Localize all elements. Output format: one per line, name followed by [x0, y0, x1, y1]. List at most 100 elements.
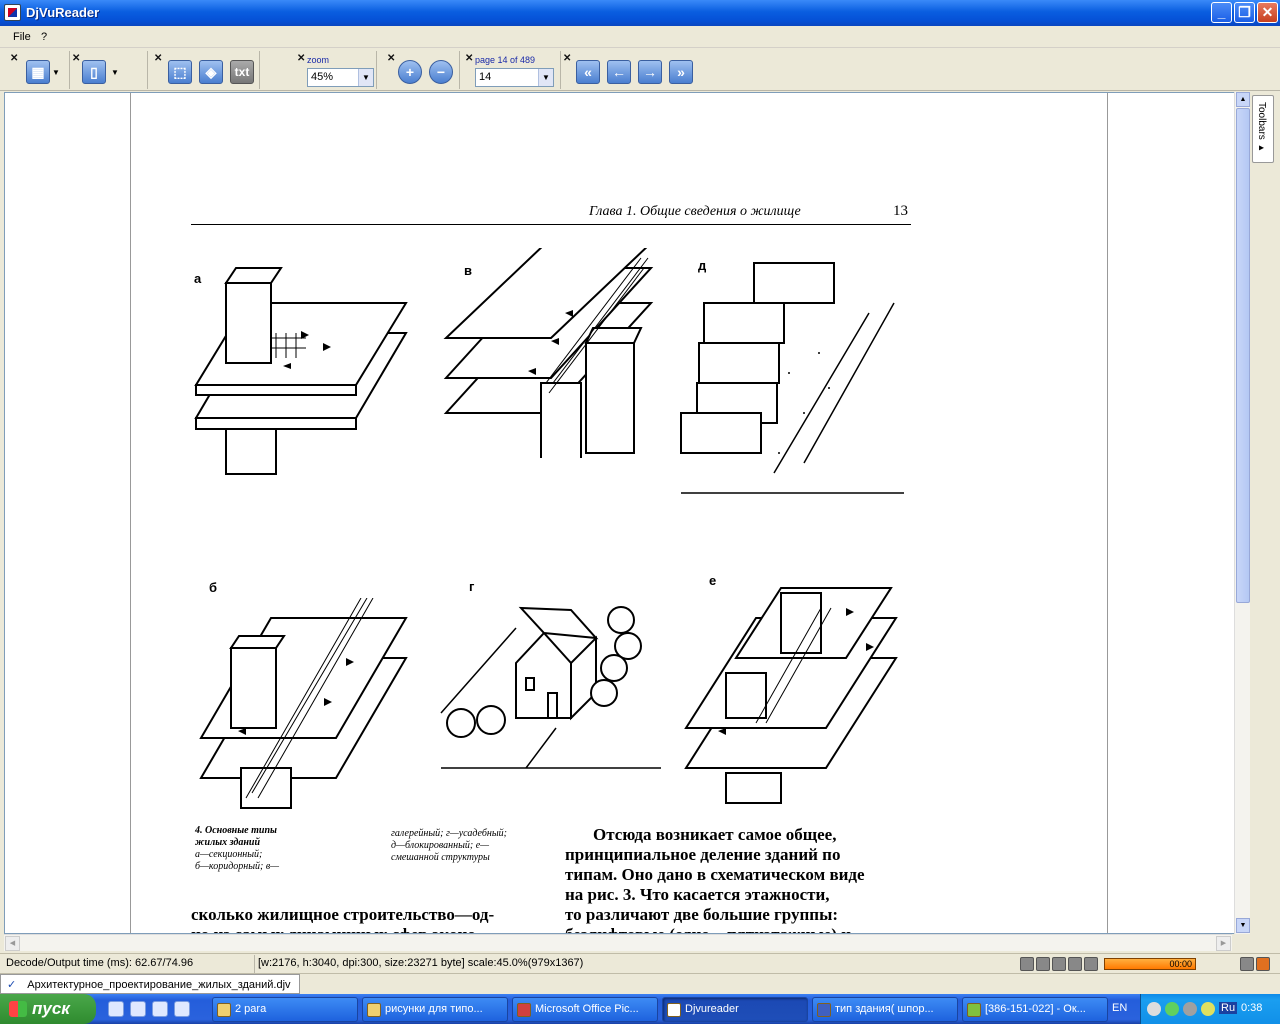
- page-number: 13: [893, 203, 908, 219]
- player-close-icon[interactable]: [1256, 957, 1270, 971]
- clock: 0:38: [1241, 1002, 1263, 1014]
- pause-icon[interactable]: [1036, 957, 1050, 971]
- windows-taskbar: пуск 2 para рисунки для типо... Microsof…: [0, 994, 1280, 1024]
- select-image-button[interactable]: ◈: [199, 60, 223, 84]
- zoom-combo[interactable]: 45% ▼: [307, 68, 374, 87]
- select-text-button[interactable]: txt: [230, 60, 254, 84]
- close-toolbar-icon[interactable]: ✕: [10, 53, 18, 64]
- scroll-down-icon[interactable]: ▼: [1236, 918, 1250, 933]
- body-text-right: Отсюда возникает самое общее, принципиал…: [565, 825, 865, 933]
- tray-app-icon[interactable]: [1201, 1002, 1215, 1016]
- zoom-label: zoom: [307, 55, 330, 65]
- start-label: пуск: [32, 999, 70, 1018]
- toolbar-group-select: ✕ ⬚ ◈ txt: [152, 51, 260, 89]
- horizontal-scrollbar[interactable]: ◀ ▶: [4, 934, 1232, 951]
- figure-caption-left: 4. Основные типы жилых зданий а—секционн…: [195, 825, 280, 872]
- windows-flag-icon: [9, 1001, 27, 1017]
- next-page-button[interactable]: →: [638, 60, 662, 84]
- toolbar-group-navigation: ✕ « ← → »: [561, 51, 699, 89]
- chevron-down-icon[interactable]: ▼: [358, 69, 373, 86]
- title-bar[interactable]: DjVuReader _ ❐ ✕: [0, 0, 1280, 26]
- page-combo[interactable]: 14 ▼: [475, 68, 554, 87]
- close-toolbar-icon[interactable]: ✕: [154, 53, 162, 64]
- zoom-value: 45%: [311, 71, 334, 83]
- scroll-up-icon[interactable]: ▲: [1236, 92, 1250, 107]
- document-tab-bar: ✓ Архитектурное_проектирование_жилых_зда…: [0, 973, 1280, 994]
- task-office-picture[interactable]: Microsoft Office Pic...: [512, 997, 658, 1022]
- figure-letter-g: г: [469, 579, 475, 594]
- body-text-left: сколько жилищное строительство—од- но из…: [191, 905, 495, 933]
- chevron-down-icon[interactable]: ▼: [538, 69, 553, 86]
- toolbar-group-zoom: ✕ zoom 45% ▼: [295, 51, 377, 89]
- toolbars-tab[interactable]: Toolbars ▸: [1252, 95, 1274, 163]
- task-2para[interactable]: 2 para: [212, 997, 358, 1022]
- close-toolbar-icon[interactable]: ✕: [387, 53, 395, 64]
- close-toolbar-icon[interactable]: ✕: [297, 53, 305, 64]
- toolbar-group-page-nav: ✕ page 14 of 489 14 ▼: [463, 51, 561, 89]
- figure-gallery-building: [443, 248, 654, 458]
- menu-help[interactable]: ?: [41, 31, 47, 43]
- toolbars-tab-label: Toolbars ▸: [1256, 102, 1267, 154]
- figure-caption-right: галерейный; г—усадебный; д—блокированный…: [391, 828, 507, 863]
- toolbar: ✕ ▦ ▼ ✕ ▯ ▼ ✕ ⬚ ◈ txt ✕ zoom 45% ▼ ✕ + −…: [0, 49, 1280, 91]
- folder-icon: [217, 1003, 231, 1017]
- zoom-out-button[interactable]: −: [429, 60, 453, 84]
- figure-detached-house: [440, 606, 661, 769]
- decode-time-status: Decode/Output time (ms): 62.67/74.96: [6, 957, 194, 969]
- tray-language[interactable]: Ru: [1219, 1002, 1238, 1014]
- forward-icon[interactable]: [1084, 957, 1098, 971]
- scroll-right-icon[interactable]: ▶: [1216, 936, 1231, 951]
- select-region-button[interactable]: ⬚: [168, 60, 192, 84]
- close-toolbar-icon[interactable]: ✕: [72, 53, 80, 64]
- stop-icon[interactable]: [1052, 957, 1066, 971]
- book-page: Глава 1. Общие сведения о жилище 13 а в …: [130, 93, 1108, 933]
- window-icon: [967, 1003, 981, 1017]
- vertical-scroll-thumb[interactable]: [1236, 108, 1250, 603]
- close-toolbar-icon[interactable]: ✕: [563, 53, 571, 64]
- minimize-button[interactable]: _: [1211, 2, 1232, 23]
- volume-icon[interactable]: [1240, 957, 1254, 971]
- quicklaunch-ie-icon[interactable]: [108, 1001, 124, 1017]
- toolbar-group-zoom-buttons: ✕ + −: [385, 51, 460, 89]
- task-word-document[interactable]: тип здания( шпор...: [812, 997, 958, 1022]
- close-button[interactable]: ✕: [1257, 2, 1278, 23]
- zoom-in-button[interactable]: +: [398, 60, 422, 84]
- toolbar-group-page: ✕ ▯ ▼: [70, 51, 148, 89]
- quicklaunch-messenger-icon[interactable]: [130, 1001, 146, 1017]
- figure-blocked-building: [680, 262, 904, 494]
- player-progress[interactable]: 00:00: [1104, 958, 1196, 970]
- language-indicator[interactable]: EN: [1112, 1002, 1127, 1014]
- rewind-icon[interactable]: [1068, 957, 1082, 971]
- page-layout-button[interactable]: ▦: [26, 60, 50, 84]
- close-toolbar-icon[interactable]: ✕: [465, 53, 473, 64]
- play-icon[interactable]: [1020, 957, 1034, 971]
- task-pictures-folder[interactable]: рисунки для типо...: [362, 997, 508, 1022]
- dropdown-arrow-icon[interactable]: ▼: [52, 68, 60, 77]
- scroll-left-icon[interactable]: ◀: [5, 936, 20, 951]
- vertical-scrollbar[interactable]: ▲ ▼: [1234, 92, 1250, 934]
- page-mode-button[interactable]: ▯: [82, 60, 106, 84]
- djvureader-app-icon[interactable]: [4, 4, 21, 21]
- last-page-button[interactable]: »: [669, 60, 693, 84]
- quicklaunch-media-icon[interactable]: [152, 1001, 168, 1017]
- page-value: 14: [479, 71, 492, 83]
- window-title: DjVuReader: [26, 5, 100, 20]
- document-viewport[interactable]: Глава 1. Общие сведения о жилище 13 а в …: [4, 92, 1250, 934]
- figure-sectional-building: [194, 267, 408, 475]
- maximize-button[interactable]: ❐: [1234, 2, 1255, 23]
- tray-check-icon[interactable]: [1165, 1002, 1179, 1016]
- tray-network-icon[interactable]: [1183, 1002, 1197, 1016]
- toolbar-group-view: ✕ ▦ ▼: [8, 51, 70, 89]
- audio-player: 00:00: [1018, 957, 1270, 972]
- document-tab[interactable]: ✓ Архитектурное_проектирование_жилых_зда…: [0, 974, 300, 994]
- menu-file[interactable]: File: [13, 31, 31, 43]
- task-other-window[interactable]: [386-151-022] - Ок...: [962, 997, 1108, 1022]
- start-button[interactable]: пуск: [0, 994, 96, 1024]
- task-djvureader[interactable]: Djvureader: [662, 997, 808, 1022]
- quicklaunch-show-desktop-icon[interactable]: [174, 1001, 190, 1017]
- dropdown-arrow-icon[interactable]: ▼: [111, 68, 119, 77]
- prev-page-button[interactable]: ←: [607, 60, 631, 84]
- first-page-button[interactable]: «: [576, 60, 600, 84]
- document-tab-label: Архитектурное_проектирование_жилых_здани…: [27, 979, 291, 991]
- tray-back-icon[interactable]: [1147, 1002, 1161, 1016]
